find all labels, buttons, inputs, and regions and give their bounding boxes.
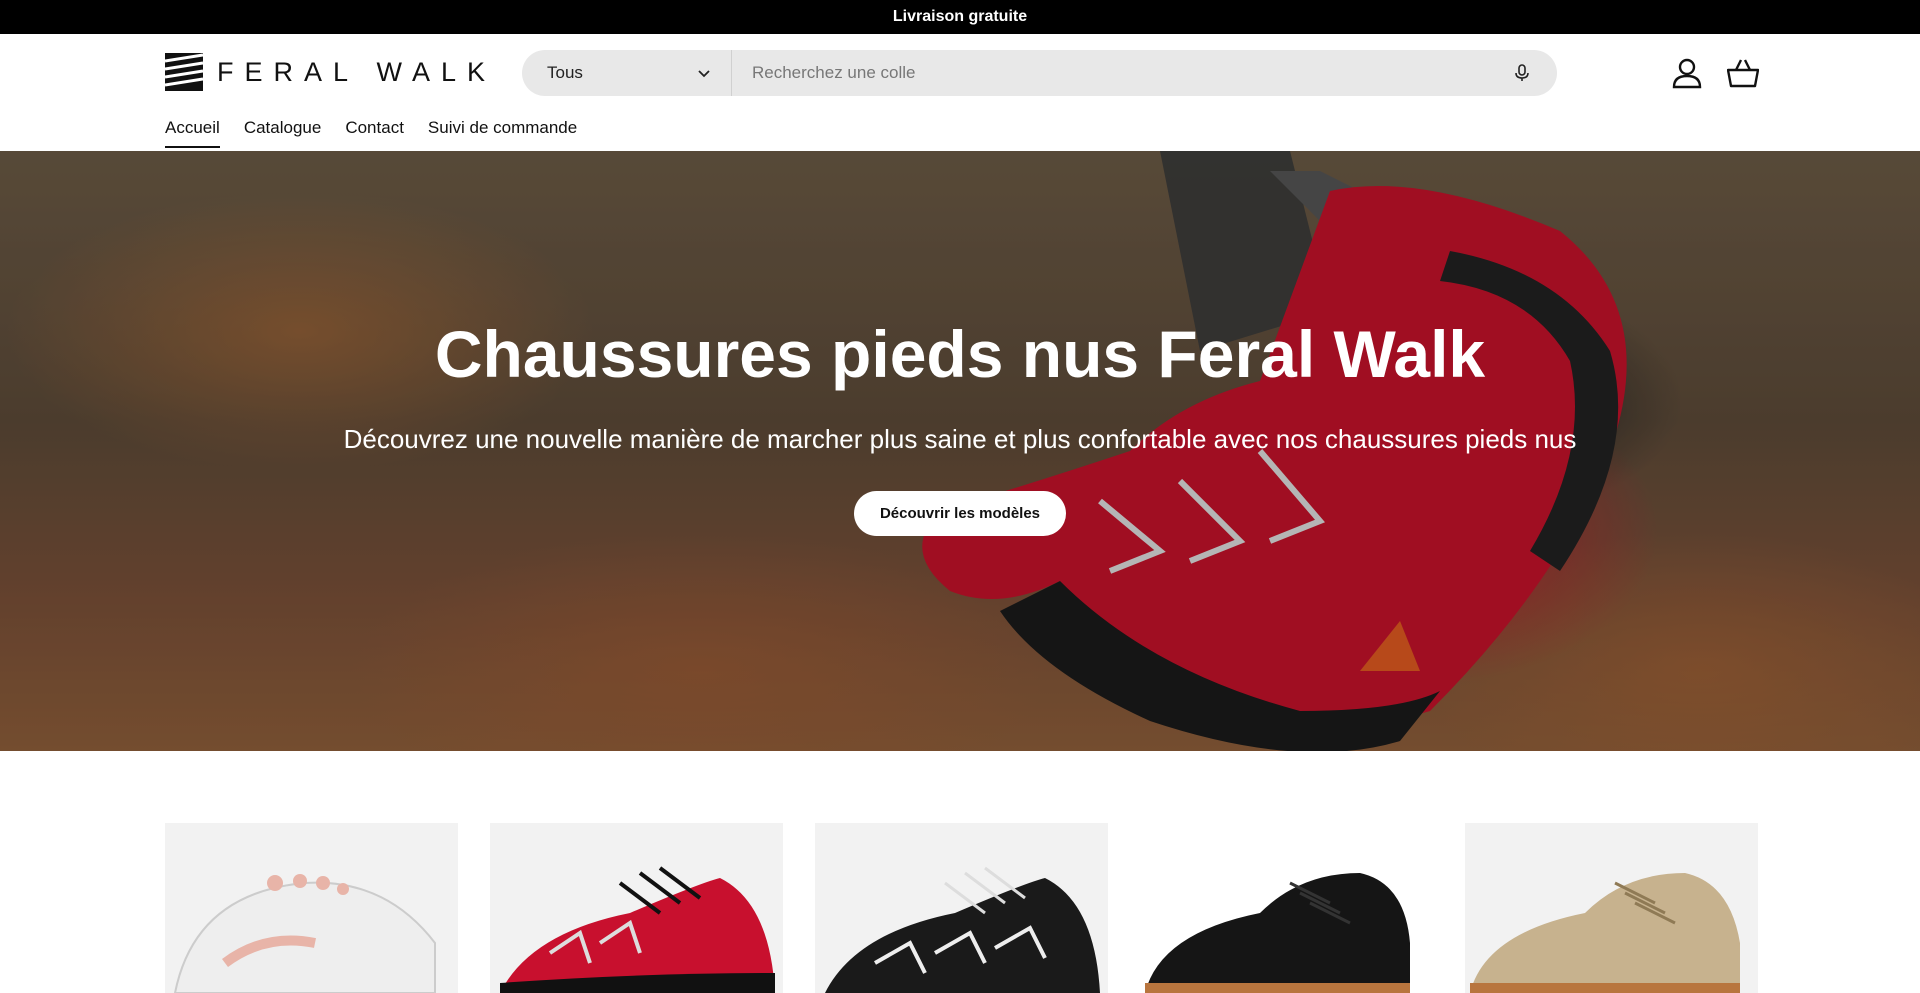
black-suede-shoe-image <box>1145 873 1410 993</box>
user-icon <box>1672 58 1702 89</box>
cart-button[interactable] <box>1724 54 1762 92</box>
announcement-text: Livraison gratuite <box>892 8 1028 25</box>
product-grid <box>165 823 1758 993</box>
black-white-shoe-image <box>825 866 1100 993</box>
microphone-icon <box>1515 64 1529 81</box>
brand-name: FERAL WALK <box>217 56 497 87</box>
nav-item-catalogue[interactable]: Catalogue <box>244 118 322 148</box>
hero-content: Chaussures pieds nus Feral Walk Découvre… <box>0 151 1920 751</box>
search-category-select[interactable]: Tous <box>522 50 732 96</box>
nav-item-suivi-de-commande[interactable]: Suivi de commande <box>428 118 577 148</box>
announcement-bar: Livraison gratuite <box>0 0 1920 34</box>
voice-search-button[interactable] <box>1487 50 1557 96</box>
nav-item-accueil[interactable]: Accueil <box>165 118 220 148</box>
beige-shoe-image <box>1470 873 1740 993</box>
main-nav: Accueil Catalogue Contact Suivi de comma… <box>165 118 577 148</box>
product-card[interactable] <box>1465 823 1758 993</box>
product-card[interactable] <box>165 823 458 993</box>
hero-banner: Chaussures pieds nus Feral Walk Découvre… <box>0 151 1920 751</box>
chevron-down-icon <box>698 70 710 78</box>
product-card[interactable] <box>490 823 783 993</box>
basket-icon <box>1727 59 1759 88</box>
search-category-label: Tous <box>547 63 583 82</box>
red-black-shoe-image <box>500 866 775 993</box>
hero-title: Chaussures pieds nus Feral Walk <box>434 317 1486 391</box>
brand-logo[interactable]: FERAL WALK <box>165 53 496 91</box>
search-input[interactable] <box>732 50 1487 96</box>
nav-item-contact[interactable]: Contact <box>345 118 404 148</box>
logo-icon <box>165 53 203 91</box>
hero-subtitle: Découvrez une nouvelle manière de marche… <box>343 424 1577 454</box>
search-bar: Tous <box>522 50 1557 96</box>
product-card[interactable] <box>1140 823 1433 993</box>
discover-models-button[interactable]: Découvrir les modèles <box>854 491 1066 536</box>
white-pink-shoe-image <box>173 874 436 993</box>
account-button[interactable] <box>1668 54 1706 92</box>
product-card[interactable] <box>815 823 1108 993</box>
